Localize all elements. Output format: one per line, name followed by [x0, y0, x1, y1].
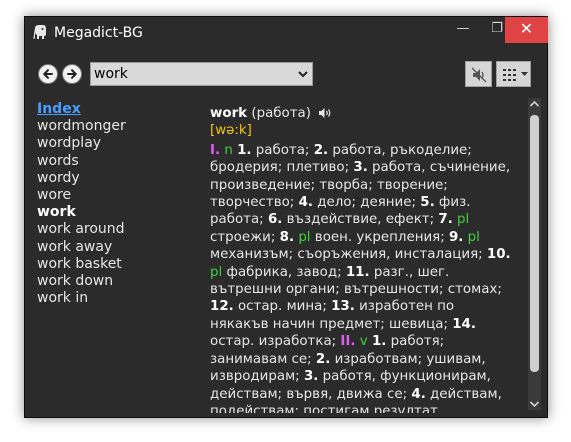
sense-number: 5.	[420, 195, 435, 211]
part-of-speech-label: pl	[298, 229, 311, 245]
close-button[interactable]: ✕	[505, 17, 548, 43]
part-of-speech-label: n	[224, 142, 233, 158]
toolbar	[25, 51, 547, 95]
arrow-left-circle-icon	[43, 69, 53, 79]
speaker-icon[interactable]	[318, 107, 332, 119]
window-title: Megadict-BG	[54, 25, 143, 41]
speaker-mute-icon	[471, 67, 487, 83]
sense-number: 3.	[353, 160, 368, 176]
app-window: Megadict-BG — ❐ ✕ work Index wordmonger …	[24, 16, 548, 418]
sense-group-numeral: I.	[210, 142, 221, 158]
sense-number: 3.	[303, 369, 319, 385]
view-menu-button[interactable]	[496, 61, 531, 87]
headword: work	[210, 106, 248, 121]
part-of-speech-label: pl	[210, 264, 223, 280]
scroll-down-arrow-icon[interactable]	[529, 399, 540, 409]
title-bar[interactable]: Megadict-BG — ❐ ✕	[25, 17, 548, 49]
vertical-scrollbar[interactable]	[528, 98, 541, 410]
chevron-down-icon	[521, 72, 528, 76]
sense-number: 2.	[313, 142, 329, 158]
definition-fragment: остар. мина;	[233, 299, 332, 315]
definition-fragment: механизъм; съоръжения, инсталация;	[210, 247, 487, 263]
chevron-down-icon[interactable]	[297, 68, 309, 80]
dictionary-entry: work (работа) [wə:k] I. n 1. работа; 2. …	[210, 105, 515, 413]
index-link[interactable]: Index	[37, 101, 187, 118]
headword-line: work (работа)	[210, 105, 515, 122]
sense-number: 12.	[210, 299, 234, 315]
definition-fragment: работа;	[251, 142, 314, 158]
sense-number: 1.	[237, 142, 252, 158]
word-list-item[interactable]: work	[37, 204, 187, 221]
search-input[interactable]	[91, 63, 287, 85]
definition-fragment: воен. укрепления;	[310, 229, 449, 245]
sense-number: 11.	[345, 264, 370, 280]
content-area: Index wordmonger wordplay words wordy wore wo…	[25, 95, 547, 413]
sense-group-numeral: II.	[340, 334, 356, 350]
sense-number: 9.	[448, 229, 464, 245]
word-list-item[interactable]: work around	[37, 221, 187, 238]
sense-number: 8.	[279, 229, 295, 245]
definition-text: I. n 1. работа; 2. работа, ръкоделие; бр…	[210, 142, 515, 413]
back-button[interactable]	[38, 64, 58, 84]
word-list-item[interactable]: wordplay	[37, 135, 187, 152]
search-combobox[interactable]	[90, 62, 313, 86]
word-list-item[interactable]: work down	[37, 273, 187, 290]
sense-number: 7.	[438, 212, 453, 228]
word-list-item[interactable]: wordmonger	[37, 118, 187, 135]
minimize-button[interactable]: —	[446, 17, 480, 43]
head-translation: (работа)	[251, 106, 311, 121]
grid-menu-icon	[503, 69, 516, 81]
sense-number: 14.	[452, 316, 476, 332]
part-of-speech-label: pl	[457, 212, 470, 228]
definition-fragment: остар. изработка;	[210, 334, 341, 350]
definition-fragment: въздействие, ефект;	[282, 212, 439, 228]
scroll-up-arrow-icon[interactable]	[529, 99, 540, 109]
definition-fragment: фабрика, завод;	[222, 264, 346, 280]
definition-fragment: строежи;	[210, 229, 280, 245]
sense-number: 4.	[411, 386, 426, 402]
transcription: [wə:k]	[210, 123, 252, 139]
sense-number: 4.	[298, 195, 313, 211]
word-list-item[interactable]: wordy	[37, 170, 187, 187]
word-list-item[interactable]: words	[37, 153, 187, 170]
part-of-speech-label: v	[359, 334, 368, 350]
forward-button[interactable]	[62, 64, 82, 84]
word-list-item[interactable]: work basket	[37, 256, 187, 273]
sense-number: 13.	[331, 299, 355, 315]
word-list[interactable]: Index wordmonger wordplay words wordy wore wo…	[37, 101, 187, 307]
sense-number: 1.	[371, 334, 387, 350]
part-of-speech-label: pl	[467, 229, 480, 245]
arrow-right-circle-icon	[67, 69, 77, 79]
sound-toggle-button[interactable]	[465, 61, 492, 87]
sense-number: 6.	[267, 212, 283, 228]
elephant-app-icon	[33, 25, 46, 39]
sense-number: 2.	[315, 351, 331, 367]
definition-fragment: дело; деяние;	[312, 195, 421, 211]
sense-number: 10.	[486, 247, 511, 263]
word-list-item[interactable]: work in	[37, 290, 187, 307]
scroll-thumb[interactable]	[530, 115, 539, 372]
word-list-item[interactable]: work away	[37, 239, 187, 256]
word-list-item[interactable]: wore	[37, 187, 187, 204]
